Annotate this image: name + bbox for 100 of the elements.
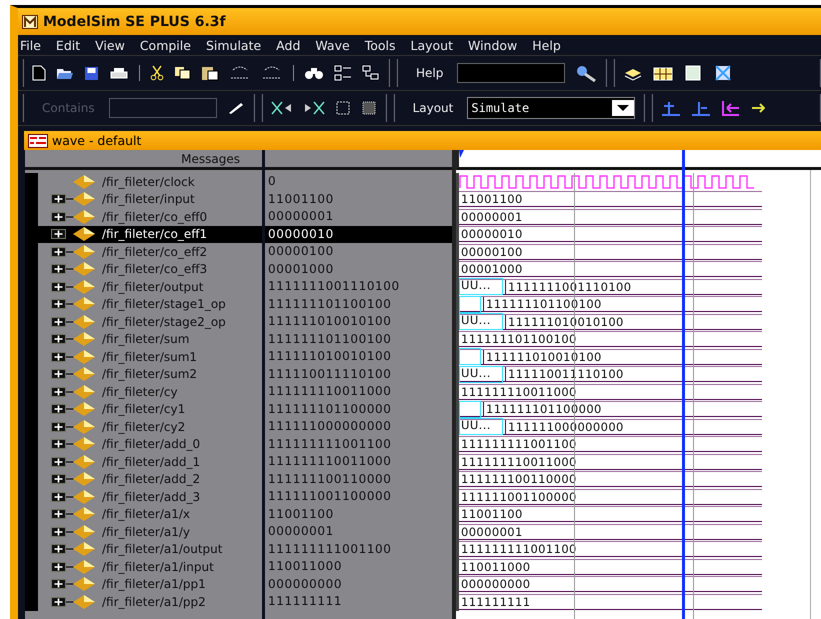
menu-item[interactable]: Wave bbox=[315, 38, 350, 52]
new-file-icon[interactable] bbox=[32, 65, 46, 81]
signal-diamond-icon bbox=[66, 594, 96, 609]
expand-button[interactable] bbox=[51, 474, 66, 484]
signal-diamond-icon bbox=[66, 384, 96, 399]
signal-name-cell[interactable]: /fir_fileter/a1/input bbox=[38, 558, 262, 576]
paste-icon[interactable] bbox=[201, 65, 219, 81]
signal-name-cell[interactable]: /fir_fileter/sum2 bbox=[38, 366, 262, 383]
expand-button[interactable] bbox=[51, 299, 66, 310]
x-document-icon[interactable] bbox=[713, 65, 734, 81]
expand-button[interactable] bbox=[51, 526, 66, 537]
signal-name-cell[interactable]: /fir_fileter/stage1_op bbox=[38, 296, 262, 313]
menu-item[interactable]: Window bbox=[468, 38, 518, 52]
expand-button[interactable] bbox=[51, 492, 66, 502]
redo-icon[interactable] bbox=[261, 66, 283, 80]
signal-name-cell[interactable]: /fir_fileter/add_1 bbox=[38, 453, 262, 470]
document-icon[interactable] bbox=[683, 65, 704, 81]
expand-button[interactable] bbox=[51, 229, 66, 240]
expand-button[interactable] bbox=[51, 422, 66, 432]
help-search-icon[interactable] bbox=[575, 64, 598, 82]
signal-name-cell[interactable]: /fir_fileter/a1/pp2 bbox=[38, 593, 262, 610]
signal-name-cell[interactable]: /fir_fileter/clock bbox=[38, 173, 262, 190]
binoculars-icon[interactable] bbox=[304, 66, 324, 80]
signal-diamond-icon bbox=[66, 437, 96, 452]
save-icon[interactable] bbox=[84, 66, 99, 80]
undefined-segment: UU... bbox=[459, 313, 503, 330]
layout-label: Layout bbox=[412, 101, 454, 115]
expand-button[interactable] bbox=[51, 246, 66, 257]
previous-edge-icon[interactable] bbox=[721, 100, 742, 116]
signal-name-cell[interactable]: /fir_fileter/cy2 bbox=[38, 418, 262, 436]
expand-button[interactable] bbox=[51, 544, 66, 554]
menu-item[interactable]: Simulate bbox=[206, 38, 262, 52]
bus-value: 111111111001100 bbox=[460, 542, 577, 556]
expand-button[interactable] bbox=[51, 386, 66, 397]
help-search-field[interactable] bbox=[457, 63, 566, 83]
menu-item[interactable]: Add bbox=[276, 38, 300, 52]
expand-button[interactable] bbox=[51, 562, 66, 572]
menu-item[interactable]: File bbox=[20, 38, 41, 52]
undo-icon[interactable] bbox=[229, 66, 251, 80]
x-arrow-right-icon[interactable] bbox=[302, 101, 325, 115]
signal-name-cell[interactable]: /fir_fileter/cy bbox=[38, 383, 262, 400]
menu-item[interactable]: Layout bbox=[410, 38, 453, 52]
list-icon[interactable] bbox=[334, 65, 352, 81]
signal-name-cell[interactable]: /fir_fileter/co_eff3 bbox=[38, 260, 262, 278]
menu-item[interactable]: Tools bbox=[364, 38, 396, 52]
cursor-remove-icon[interactable] bbox=[691, 100, 712, 116]
expand-button[interactable] bbox=[51, 212, 66, 222]
signal-name-cell[interactable]: /fir_fileter/a1/pp1 bbox=[38, 576, 262, 593]
signal-name-cell[interactable]: /fir_fileter/sum1 bbox=[38, 348, 262, 366]
expand-button[interactable] bbox=[51, 439, 66, 450]
undefined-segment: UU... bbox=[459, 278, 503, 296]
cursor-add-icon[interactable] bbox=[661, 100, 682, 116]
bus-value: 00000100 bbox=[460, 244, 523, 259]
bus-value: 000000000 bbox=[460, 577, 530, 592]
expand-button[interactable] bbox=[51, 194, 66, 204]
signal-name-cell[interactable]: /fir_fileter/a1/y bbox=[38, 523, 262, 540]
expand-button[interactable] bbox=[51, 282, 66, 292]
expand-button[interactable] bbox=[51, 596, 66, 607]
scissors-icon[interactable] bbox=[150, 65, 164, 81]
signal-name-cell[interactable]: /fir_fileter/co_eff2 bbox=[38, 243, 262, 260]
expand-button[interactable] bbox=[51, 264, 66, 274]
signal-name-cell[interactable]: /fir_fileter/input bbox=[38, 190, 262, 208]
signal-name-cell[interactable]: /fir_fileter/co_eff0 bbox=[38, 208, 262, 226]
signal-name-cell[interactable]: /fir_fileter/add_0 bbox=[38, 436, 262, 453]
open-folder-icon[interactable] bbox=[56, 66, 74, 80]
x-arrow-left-icon[interactable] bbox=[270, 101, 293, 115]
expand-button[interactable] bbox=[51, 579, 66, 590]
signal-name-cell[interactable]: /fir_fileter/add_2 bbox=[38, 470, 262, 488]
page-icon[interactable] bbox=[334, 101, 351, 115]
copy-icon[interactable] bbox=[174, 66, 191, 80]
signal-name-cell[interactable]: /fir_fileter/stage2_op bbox=[38, 313, 262, 330]
pencil-icon[interactable] bbox=[226, 101, 245, 115]
grid-icon[interactable] bbox=[653, 65, 674, 81]
help-label: Help bbox=[416, 66, 444, 80]
bus-value: 111111111001100 bbox=[460, 437, 577, 452]
expand-button[interactable] bbox=[51, 316, 66, 327]
menu-item[interactable]: View bbox=[95, 38, 125, 52]
signal-name-cell[interactable]: /fir_fileter/add_3 bbox=[38, 488, 262, 506]
expand-button[interactable] bbox=[51, 352, 66, 362]
signal-diamond-icon bbox=[66, 472, 96, 486]
signal-name-cell[interactable]: /fir_fileter/sum bbox=[38, 330, 262, 348]
hierarchy-icon[interactable] bbox=[362, 65, 380, 81]
menu-item[interactable]: Compile bbox=[140, 38, 191, 52]
signal-name-cell[interactable]: /fir_fileter/cy1 bbox=[38, 400, 262, 418]
signal-name-cell[interactable]: /fir_fileter/co_eff1 bbox=[38, 226, 262, 243]
signal-value-cell: 00000010 bbox=[265, 226, 452, 243]
layout-dropdown[interactable]: Simulate bbox=[467, 97, 636, 119]
print-icon[interactable] bbox=[109, 66, 129, 80]
expand-button[interactable] bbox=[51, 456, 66, 467]
signal-name-cell[interactable]: /fir_fileter/a1/x bbox=[38, 506, 262, 523]
menu-item[interactable]: Help bbox=[532, 38, 561, 52]
signal-name-cell[interactable]: /fir_fileter/a1/output bbox=[38, 540, 262, 558]
expand-button[interactable] bbox=[51, 404, 66, 414]
dotted-page-icon[interactable] bbox=[360, 101, 377, 115]
signal-name-cell[interactable]: /fir_fileter/output bbox=[38, 278, 262, 296]
signal-value-cell-text: 00000001 bbox=[267, 208, 335, 225]
menu-item[interactable]: Edit bbox=[56, 38, 80, 52]
expand-button[interactable] bbox=[51, 509, 66, 520]
expand-button[interactable] bbox=[51, 369, 66, 380]
expand-button[interactable] bbox=[51, 334, 66, 344]
